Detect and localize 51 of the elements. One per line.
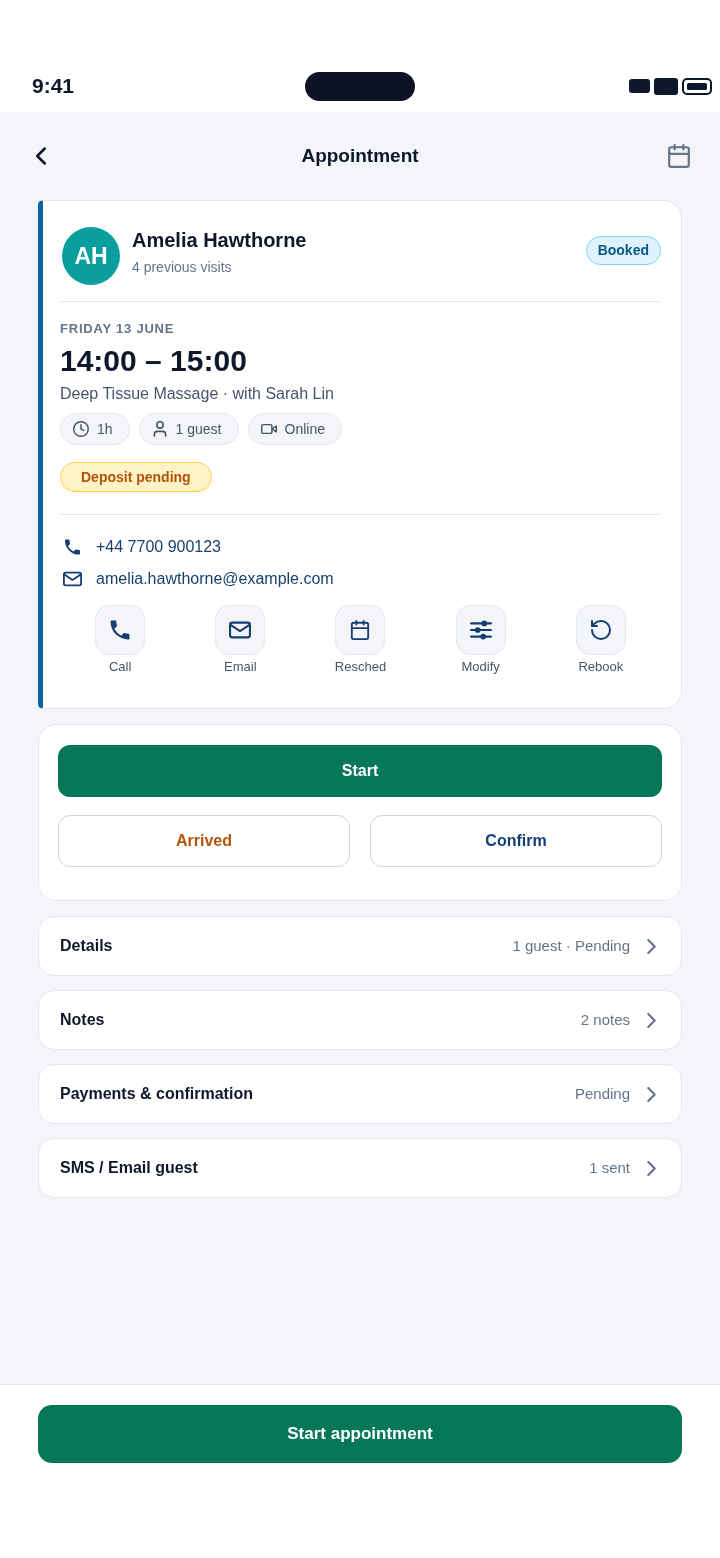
circular-arrow-icon [575,605,626,655]
chip-label: 1 guest [175,420,222,438]
modify-button[interactable]: Modify [455,605,506,675]
envelope-icon [62,571,82,587]
signal-icon [629,79,650,93]
service-description: Deep Tissue Massage · with Sarah Lin [60,384,335,404]
chevron-right-icon [647,1086,656,1102]
call-button[interactable]: Call [95,605,146,675]
deposit-badge: Deposit pending [60,462,212,492]
phone-icon [62,539,82,555]
envelope-icon [215,605,266,655]
person-icon [151,421,168,437]
calendar-icon [335,605,386,655]
wifi-icon [654,77,678,95]
row-value: 1 sent [589,1157,630,1178]
arrived-button[interactable]: Arrived [58,815,350,867]
email-link[interactable]: amelia.hawthorne@example.com [96,568,334,590]
chip-label: Online [284,420,325,438]
back-icon[interactable] [36,147,46,165]
appointment-date: FRIDAY 13 JUNE [60,321,176,337]
sliders-icon [455,605,506,655]
email-button[interactable]: Email [215,605,266,675]
start-button[interactable]: Start [58,745,662,797]
section-row[interactable]: Payments & confirmation Pending [38,1064,682,1124]
visit-count: 4 previous visits [132,258,233,277]
clock-icon [73,421,89,437]
chevron-right-icon [647,1160,656,1176]
chevron-right-icon [647,938,656,954]
row-value: 2 notes [580,1009,630,1030]
phone-icon [95,605,146,655]
reschedule-button[interactable]: Resched [334,605,387,675]
page-title: Appointment [301,144,419,168]
row-value: Pending [574,1083,630,1104]
section-row[interactable]: Notes 2 notes [38,990,682,1050]
battery-icon [682,77,712,95]
client-name: Amelia Hawthorne [132,228,307,253]
avatar: AH [62,227,120,285]
phone-number-link[interactable]: +44 7700 900123 [96,536,221,558]
row-value: 1 guest · Pending [512,935,630,956]
section-row[interactable]: SMS / Email guest 1 sent [38,1138,682,1198]
status-badge: Booked [585,236,661,265]
appointment-time: 14:00 – 15:00 [60,343,248,379]
chevron-right-icon [647,1012,656,1028]
calendar-icon[interactable] [668,144,690,168]
section-row[interactable]: Details 1 guest · Pending [38,916,682,976]
video-camera-icon [260,421,277,437]
chip-label: 1h [97,420,113,438]
rebook-button[interactable]: Rebook [575,605,626,675]
status-time: 9:41 [32,73,75,99]
confirm-button[interactable]: Confirm [370,815,662,867]
start-appointment-button[interactable]: Start appointment [38,1405,682,1463]
